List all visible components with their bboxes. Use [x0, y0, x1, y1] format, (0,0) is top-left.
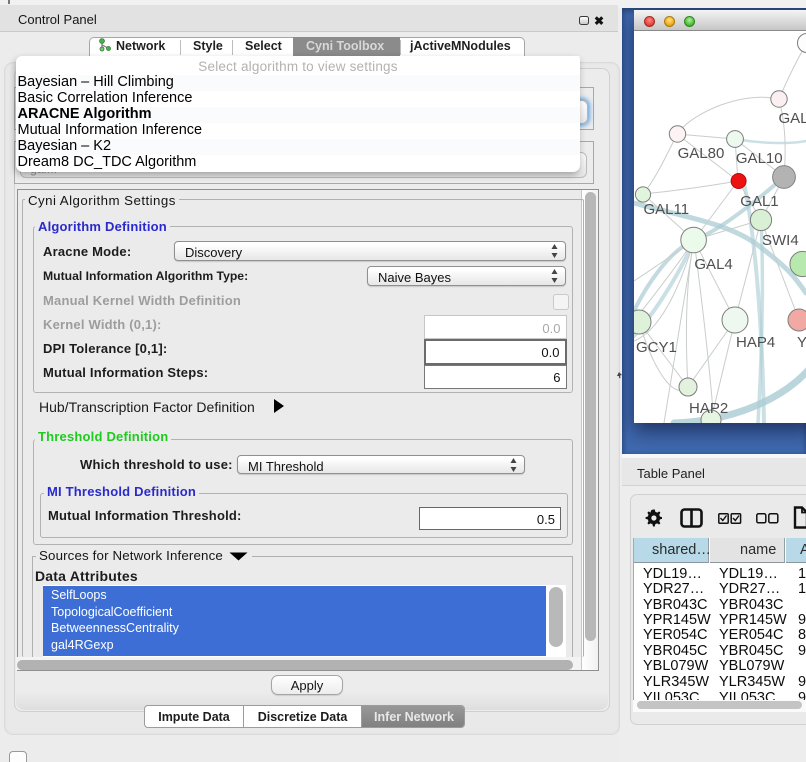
svg-text:GAL80: GAL80	[678, 145, 725, 162]
svg-text:GCY1: GCY1	[636, 339, 677, 356]
svg-text:GAL4: GAL4	[694, 256, 732, 273]
svg-text:SWI4: SWI4	[762, 232, 799, 249]
svg-text:GAL10: GAL10	[736, 150, 783, 167]
svg-text:HAP2: HAP2	[689, 400, 728, 417]
svg-text:YE: YE	[797, 334, 806, 351]
svg-text:GAL: GAL	[779, 110, 806, 127]
svg-text:GAL11: GAL11	[644, 201, 690, 218]
svg-text:GAL1: GAL1	[740, 193, 778, 210]
svg-text:HAP4: HAP4	[736, 334, 775, 351]
